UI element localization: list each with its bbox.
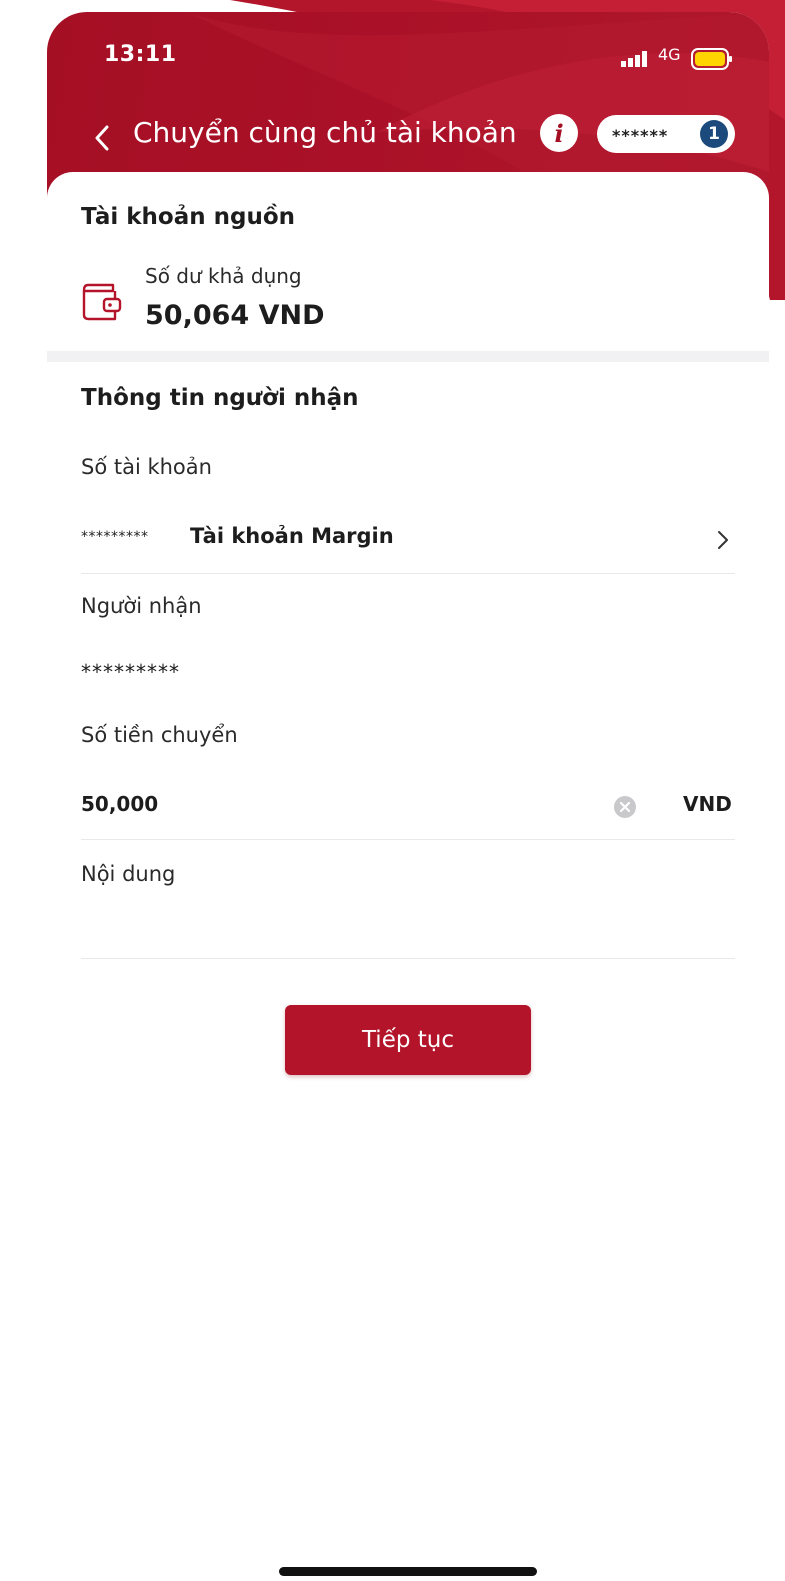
phone-screen: 13:11 4G Chuyển cùng chủ tài khoản i ***… bbox=[47, 12, 769, 1581]
amount-input[interactable] bbox=[81, 792, 581, 816]
chevron-right-icon bbox=[718, 531, 728, 549]
currency-label: VND bbox=[683, 792, 732, 816]
battery-icon bbox=[691, 48, 732, 70]
status-time: 13:11 bbox=[104, 42, 177, 67]
source-account-heading: Tài khoản nguồn bbox=[81, 204, 296, 230]
account-number-label: Số tài khoản bbox=[81, 455, 212, 479]
transfer-form: Tài khoản nguồn Số dư khả dụng 50,064 VN… bbox=[47, 172, 769, 1581]
content-input[interactable] bbox=[81, 907, 735, 943]
recipient-account-type: Tài khoản Margin bbox=[190, 524, 394, 548]
row-divider bbox=[81, 573, 735, 574]
available-balance-value: 50,064 VND bbox=[145, 300, 325, 331]
recipient-info-heading: Thông tin người nhận bbox=[81, 385, 359, 411]
chevron-left-icon bbox=[95, 125, 109, 151]
screen-title: Chuyển cùng chủ tài khoản bbox=[133, 116, 517, 149]
row-divider bbox=[81, 958, 735, 959]
network-label: 4G bbox=[658, 45, 681, 64]
section-divider bbox=[47, 351, 769, 362]
available-balance-label: Số dư khả dụng bbox=[145, 264, 302, 288]
account-selector[interactable]: ****** 1 bbox=[597, 115, 735, 153]
info-icon: i bbox=[554, 118, 564, 148]
continue-button[interactable]: Tiếp tục bbox=[285, 1005, 531, 1075]
amount-label: Số tiền chuyển bbox=[81, 723, 238, 747]
row-divider bbox=[81, 839, 735, 840]
recipient-name-label: Người nhận bbox=[81, 594, 202, 618]
content-label: Nội dung bbox=[81, 862, 176, 886]
back-button[interactable] bbox=[87, 118, 117, 158]
clear-icon[interactable] bbox=[613, 795, 637, 819]
recipient-name-value: ********* bbox=[81, 660, 180, 684]
signal-icon bbox=[621, 51, 647, 67]
recipient-account-selector[interactable]: ********* Tài khoản Margin bbox=[47, 512, 769, 570]
wallet-icon bbox=[82, 283, 122, 321]
info-button[interactable]: i bbox=[540, 114, 578, 152]
account-masked-label: ****** bbox=[612, 126, 669, 145]
home-indicator bbox=[279, 1567, 537, 1576]
recipient-account-number: ********* bbox=[81, 529, 149, 545]
account-badge: 1 bbox=[700, 120, 728, 148]
